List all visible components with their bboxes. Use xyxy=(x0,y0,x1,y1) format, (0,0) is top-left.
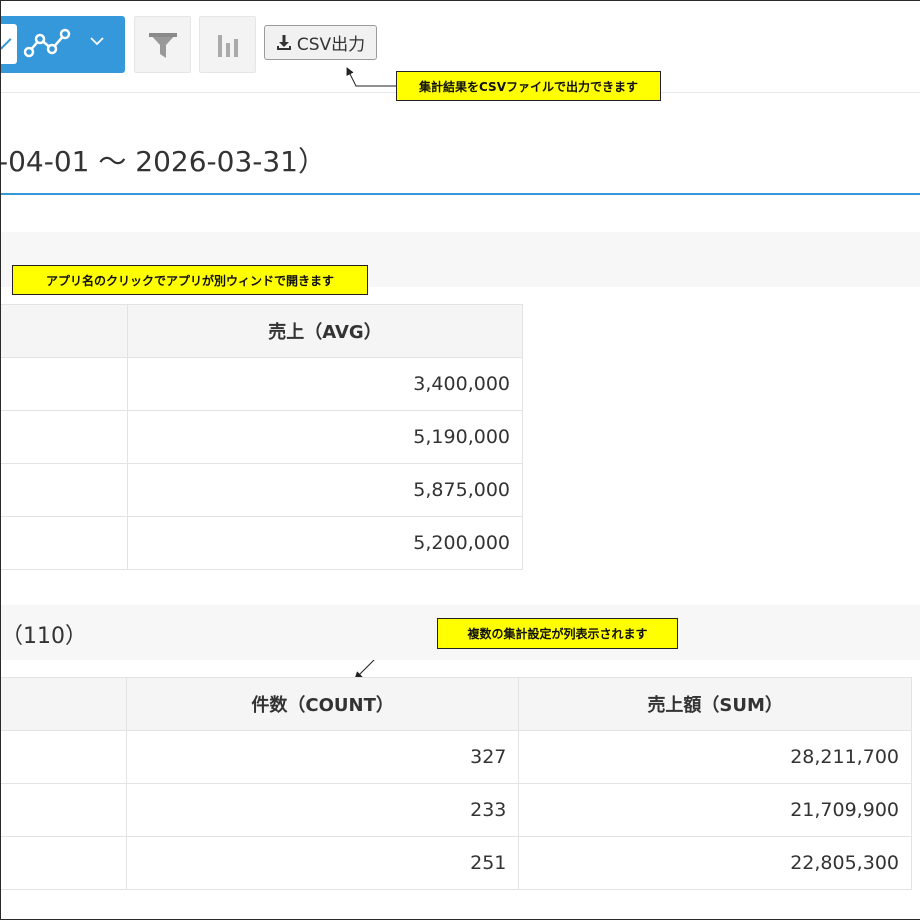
title-underline xyxy=(1,193,920,195)
header-cell-count: 件数（COUNT） xyxy=(125,677,520,731)
csv-export-button[interactable]: CSV出力 xyxy=(264,25,377,60)
row-label-cell[interactable] xyxy=(1,783,127,837)
count-cell: 327 xyxy=(125,730,520,784)
table-header-row: 件数（COUNT） 売上額（SUM） xyxy=(1,677,912,731)
sales-avg-cell: 5,200,000 xyxy=(127,516,523,570)
callout-multi-aggregation: 複数の集計設定が列表示されます xyxy=(437,618,678,649)
count-cell: 251 xyxy=(125,836,520,890)
table-row: 5,875,000 xyxy=(1,463,523,517)
sum-cell: 22,805,300 xyxy=(518,836,912,890)
line-chart-icon xyxy=(23,28,71,58)
table-row: 3,400,000 xyxy=(1,357,523,411)
bar-chart-icon xyxy=(218,35,238,57)
summary-table-count-sum: 件数（COUNT） 売上額（SUM） 327 28,211,700 233 21… xyxy=(1,677,912,890)
chevron-down-icon[interactable] xyxy=(89,33,105,49)
csv-export-label: CSV出力 xyxy=(296,35,366,55)
row-label-cell[interactable] xyxy=(1,516,128,570)
table-row: 233 21,709,900 xyxy=(1,783,912,837)
table-row: 327 28,211,700 xyxy=(1,730,912,784)
check-icon xyxy=(1,32,12,50)
section-2-label: （110） xyxy=(1,624,87,649)
sales-avg-cell: 3,400,000 xyxy=(127,357,523,411)
row-label-cell[interactable] xyxy=(1,730,127,784)
callout-csv-export: 集計結果をCSVファイルで出力できます xyxy=(396,71,661,101)
funnel-icon xyxy=(149,33,177,58)
header-cell-sales-avg: 売上（AVG） xyxy=(127,304,523,358)
sum-cell: 21,709,900 xyxy=(518,783,912,837)
filter-button[interactable] xyxy=(134,16,191,73)
sales-avg-cell: 5,190,000 xyxy=(127,410,523,464)
table-row: 251 22,805,300 xyxy=(1,836,912,890)
callout-app-link: アプリ名のクリックでアプリが別ウィンドで開きます xyxy=(12,265,368,295)
row-label-cell[interactable] xyxy=(1,463,128,517)
summary-table-avg: 売上（AVG） 3,400,000 5,190,000 5,875,000 5,… xyxy=(1,304,523,570)
sum-cell: 28,211,700 xyxy=(518,730,912,784)
row-label-cell[interactable] xyxy=(1,410,128,464)
selected-view-toggle[interactable] xyxy=(1,24,17,64)
header-cell-category xyxy=(1,677,127,731)
report-period: -04-01 ～ 2026-03-31） xyxy=(0,145,326,178)
sales-avg-cell: 5,875,000 xyxy=(127,463,523,517)
row-label-cell[interactable] xyxy=(1,836,127,890)
header-cell-category xyxy=(1,304,128,358)
download-icon xyxy=(276,35,291,50)
chart-settings-button[interactable] xyxy=(199,16,256,73)
graph-type-selector[interactable] xyxy=(1,16,125,73)
report-view: CSV出力 集計結果をCSVファイルで出力できます -04-01 ～ 2026-… xyxy=(0,0,920,920)
count-cell: 233 xyxy=(125,783,520,837)
table-row: 5,190,000 xyxy=(1,410,523,464)
table-header-row: 売上（AVG） xyxy=(1,304,523,358)
table-row: 5,200,000 xyxy=(1,516,523,570)
header-cell-sum: 売上額（SUM） xyxy=(518,677,912,731)
row-label-cell[interactable] xyxy=(1,357,128,411)
